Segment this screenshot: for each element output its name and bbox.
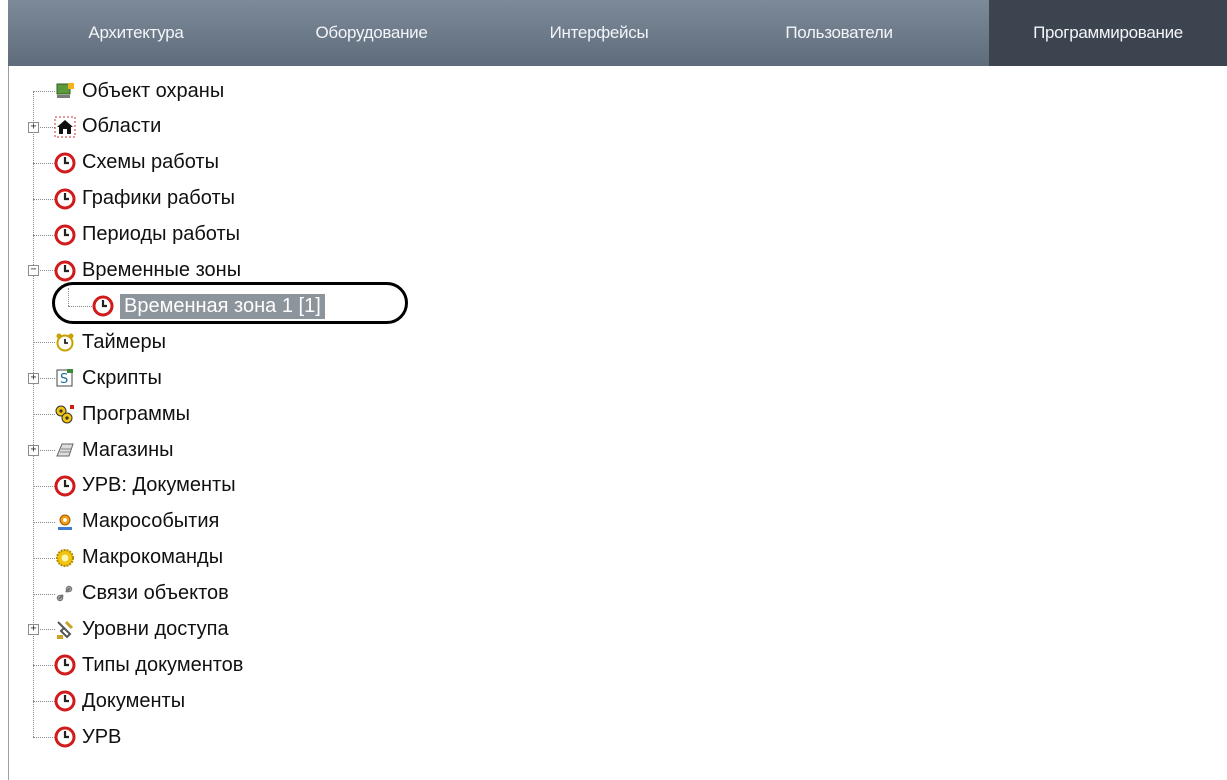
tree-item-label: УРВ: Документы bbox=[82, 474, 236, 497]
tree-item-label: Графики работы bbox=[82, 187, 235, 210]
tree-item[interactable]: Связи объектов bbox=[54, 576, 229, 612]
tree-item[interactable]: УРВ: Документы bbox=[54, 468, 236, 504]
svg-text:S: S bbox=[60, 372, 68, 387]
tree-connector bbox=[33, 162, 55, 164]
tree-item[interactable]: Типы документов bbox=[54, 647, 243, 683]
tree-item[interactable]: Документы bbox=[54, 683, 185, 719]
gears-icon bbox=[54, 403, 76, 425]
cash-register-icon bbox=[54, 439, 76, 461]
tree-connector bbox=[33, 234, 55, 236]
tree-item-label: Скрипты bbox=[82, 366, 162, 389]
alarm-clock-icon bbox=[54, 331, 76, 353]
expand-button[interactable]: + bbox=[28, 624, 39, 636]
tree-item-label: Макрокоманды bbox=[82, 546, 224, 569]
clock-icon bbox=[54, 224, 76, 246]
tree-item-label: Таймеры bbox=[82, 330, 166, 353]
tree-connector bbox=[33, 521, 55, 523]
clock-icon bbox=[54, 260, 76, 282]
tree-item-label: Уровни доступа bbox=[82, 618, 229, 640]
tree-item-label: Временные зоны bbox=[82, 259, 242, 281]
tree-item[interactable]: Программы bbox=[54, 396, 190, 432]
tab-architecture[interactable]: Архитектура bbox=[8, 0, 264, 66]
tree-item[interactable]: Графики работы bbox=[54, 181, 235, 217]
script-icon: S bbox=[54, 367, 76, 389]
tree-item-label: Связи объектов bbox=[82, 582, 229, 605]
tree-item-label: Области bbox=[82, 115, 162, 138]
tree-item-label: Макрособытия bbox=[82, 510, 220, 533]
tree-item[interactable]: Макрокоманды bbox=[54, 540, 223, 576]
tree-item-label: Документы bbox=[82, 689, 186, 712]
tree-item-label: Магазины bbox=[82, 438, 174, 461]
tree-item-label: Периоды работы bbox=[82, 223, 240, 246]
tree-item-label: Схемы работы bbox=[82, 151, 219, 174]
link-icon bbox=[54, 583, 76, 605]
tree-connector bbox=[33, 701, 55, 703]
tree-connector bbox=[33, 90, 55, 92]
tab-users[interactable]: Пользователи bbox=[719, 0, 959, 66]
clock-icon bbox=[54, 475, 76, 497]
expand-button[interactable]: + bbox=[28, 373, 39, 385]
tree-connector bbox=[33, 665, 55, 667]
tree-item[interactable]: S Скрипты bbox=[54, 360, 162, 396]
tree-connector bbox=[33, 593, 55, 595]
clock-icon bbox=[54, 654, 76, 676]
highlight-annotation-oval bbox=[52, 282, 408, 324]
house-icon bbox=[54, 116, 76, 138]
tree-item[interactable]: Области bbox=[54, 109, 161, 145]
tree-item[interactable]: Макрособытия bbox=[54, 504, 219, 540]
panel-border bbox=[8, 66, 9, 780]
keys-icon bbox=[54, 619, 76, 641]
expand-button[interactable]: + bbox=[28, 121, 39, 133]
tree-item[interactable]: Таймеры bbox=[54, 324, 166, 360]
tree-item[interactable]: Уровни доступа bbox=[54, 612, 229, 648]
tab-bar: Архитектура Оборудование Интерфейсы Поль… bbox=[8, 0, 1227, 66]
tree-connector bbox=[33, 342, 55, 344]
tree-connector bbox=[33, 737, 55, 739]
tree-item-label: УРВ bbox=[82, 725, 122, 748]
tab-programming[interactable]: Программирование bbox=[989, 0, 1227, 66]
expand-button[interactable]: + bbox=[28, 444, 39, 456]
tree-connector bbox=[33, 557, 55, 559]
clock-icon bbox=[54, 690, 76, 712]
tree-connector bbox=[33, 414, 55, 416]
clock-icon bbox=[54, 152, 76, 174]
tree-item[interactable]: УРВ bbox=[54, 719, 121, 755]
tree-item-label: Типы документов bbox=[82, 653, 244, 676]
macro-event-icon bbox=[54, 511, 76, 533]
monitor-icon bbox=[54, 80, 76, 102]
tree-connector bbox=[33, 485, 55, 487]
tab-equipment[interactable]: Оборудование bbox=[264, 0, 479, 66]
tree-item[interactable]: Схемы работы bbox=[54, 145, 219, 181]
clock-icon bbox=[54, 726, 76, 748]
collapse-button[interactable]: − bbox=[28, 265, 39, 277]
tab-interfaces[interactable]: Интерфейсы bbox=[479, 0, 719, 66]
tree-item-label: Программы bbox=[82, 402, 191, 425]
tree-item[interactable]: Объект охраны bbox=[54, 73, 224, 109]
tree-item[interactable]: Периоды работы bbox=[54, 217, 240, 253]
tree-item[interactable]: Магазины bbox=[54, 432, 174, 468]
tree-connector bbox=[33, 198, 55, 200]
clock-icon bbox=[54, 188, 76, 210]
macro-command-icon bbox=[54, 547, 76, 569]
tree-item-label: Объект охраны bbox=[82, 79, 225, 102]
